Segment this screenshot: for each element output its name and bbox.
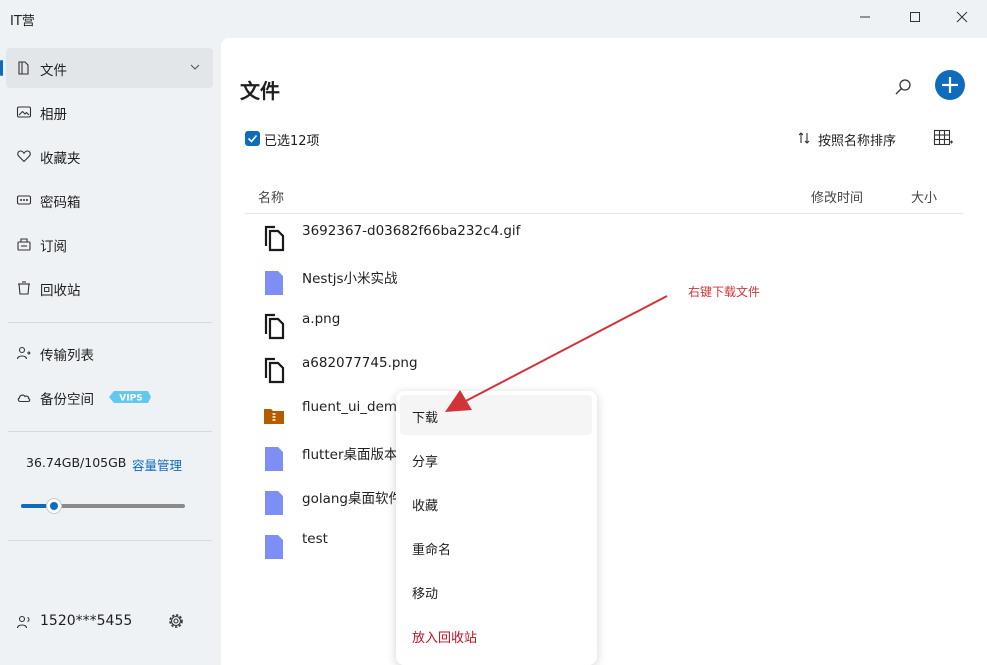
cloud-icon — [17, 394, 31, 403]
menu-item-label: 收藏 — [412, 499, 439, 514]
document-icon — [264, 357, 285, 384]
document-icon — [264, 225, 285, 252]
sidebar-item-label: 相册 — [40, 107, 67, 123]
sidebar-item-label: 密码箱 — [40, 195, 81, 211]
folder-icon — [265, 447, 283, 471]
subscribe-icon — [17, 238, 31, 251]
sidebar-item-album[interactable]: 相册 — [6, 92, 213, 132]
sidebar-item-password-box[interactable]: 密码箱 — [6, 180, 213, 220]
sidebar-item-label: 回收站 — [40, 283, 81, 299]
settings-icon[interactable] — [166, 611, 186, 631]
minimize-icon — [860, 16, 870, 18]
heart-icon — [17, 150, 31, 163]
active-indicator — [0, 60, 3, 76]
file-name: flutter桌面版本 — [302, 447, 398, 463]
sidebar-item-label: 订阅 — [40, 239, 67, 255]
menu-item-share[interactable]: 分享 — [400, 439, 592, 479]
storage-usage: 36.74GB/105GB — [26, 455, 127, 470]
chevron-down-icon[interactable] — [189, 61, 201, 73]
file-row[interactable]: a.png — [245, 302, 963, 346]
sidebar-item-files[interactable]: 文件 — [0, 48, 213, 88]
column-header-size[interactable]: 大小 — [911, 187, 937, 206]
file-name: a.png — [302, 311, 341, 327]
menu-item-move[interactable]: 移动 — [400, 571, 592, 611]
sidebar-item-recycle-bin[interactable]: 回收站 — [6, 268, 213, 308]
file-row[interactable]: 3692367-d03682f66ba232c4.gif — [245, 214, 963, 258]
sidebar-item-favorites[interactable]: 收藏夹 — [6, 136, 213, 176]
close-button[interactable] — [949, 6, 975, 30]
menu-item-download[interactable]: 下载 — [400, 395, 592, 435]
file-name: a682077745.png — [302, 355, 418, 371]
folder-icon — [265, 271, 283, 295]
user-icon — [16, 615, 30, 629]
plus-icon — [942, 77, 958, 93]
sidebar-divider — [8, 431, 212, 432]
folder-icon — [265, 491, 283, 515]
capacity-management-link[interactable]: 容量管理 — [132, 455, 182, 474]
sidebar-item-label: 传输列表 — [40, 348, 94, 364]
menu-item-favorite[interactable]: 收藏 — [400, 483, 592, 523]
file-name: fluent_ui_dem — [302, 399, 398, 415]
sort-icon[interactable] — [797, 130, 811, 146]
sort-by-name-button[interactable]: 按照名称排序 — [818, 130, 896, 149]
file-name: test — [302, 531, 328, 547]
user-account[interactable]: 1520***5455 — [40, 613, 132, 629]
sidebar-divider — [8, 540, 212, 541]
vip-badge: VIPS — [109, 391, 151, 404]
sidebar-item-subscriptions[interactable]: 订阅 — [6, 224, 213, 264]
file-row[interactable]: fluent_ui_dem — [245, 390, 963, 434]
menu-item-move-to-recycle-bin[interactable]: 放入回收站 — [400, 615, 592, 655]
check-icon — [247, 134, 258, 143]
sidebar-item-transfers[interactable]: 传输列表 — [6, 333, 213, 373]
annotation-text: 右键下载文件 — [688, 285, 761, 299]
grid-view-icon[interactable] — [933, 129, 953, 147]
sidebar-item-label: 收藏夹 — [40, 151, 81, 167]
select-all-checkbox[interactable] — [245, 131, 260, 146]
menu-item-label: 移动 — [412, 587, 439, 602]
menu-item-rename[interactable]: 重命名 — [400, 527, 592, 567]
context-menu: 下载 分享 收藏 重命名 移动 放入回收站 — [396, 391, 597, 665]
app-title: IT营 — [10, 14, 35, 29]
sidebar-item-label: 文件 — [40, 63, 67, 79]
file-row[interactable]: a682077745.png — [245, 346, 963, 390]
menu-item-label: 放入回收站 — [412, 631, 478, 646]
main-panel: 文件 已选12项 按照名称排序 名称 修改时间 大小 3692367-d0368… — [221, 38, 987, 665]
document-icon — [264, 313, 285, 340]
menu-item-label: 重命名 — [412, 543, 452, 558]
file-name: golang桌面软件 — [302, 491, 402, 507]
add-button[interactable] — [935, 70, 965, 100]
sidebar: 文件 相册 收藏夹 密码箱 订阅 回收站 传输列表 备份空间 VIPS 36.7… — [0, 38, 221, 665]
title-bar: IT营 — [0, 0, 987, 38]
file-row[interactable]: Nestjs小米实战 — [245, 258, 963, 302]
sidebar-divider — [8, 322, 212, 323]
zip-folder-icon — [264, 409, 284, 424]
menu-item-label: 下载 — [412, 411, 439, 426]
file-name: 3692367-d03682f66ba232c4.gif — [302, 223, 521, 239]
maximize-icon — [910, 12, 920, 22]
file-row[interactable]: test — [245, 522, 963, 566]
selected-count: 已选12项 — [264, 134, 320, 149]
storage-slider[interactable] — [21, 498, 185, 514]
vip-badge-label: VIPS — [119, 394, 142, 404]
storage-slider-thumb[interactable] — [45, 498, 62, 514]
maximize-button[interactable] — [902, 6, 928, 30]
file-row[interactable]: golang桌面软件 — [245, 478, 963, 522]
column-header-name[interactable]: 名称 — [258, 187, 284, 206]
menu-item-label: 分享 — [412, 455, 439, 470]
page-title: 文件 — [240, 79, 280, 103]
transfer-icon — [16, 346, 31, 360]
search-icon[interactable] — [889, 74, 917, 102]
file-icon — [18, 61, 29, 75]
minimize-button[interactable] — [852, 6, 878, 30]
album-icon — [16, 106, 32, 118]
close-icon — [956, 11, 968, 23]
folder-icon — [265, 535, 283, 559]
file-row[interactable]: flutter桌面版本 — [245, 434, 963, 478]
column-header-modified[interactable]: 修改时间 — [811, 187, 863, 206]
file-name: Nestjs小米实战 — [302, 271, 398, 287]
password-icon — [16, 195, 32, 205]
sidebar-item-label: 备份空间 — [40, 392, 94, 408]
recycle-bin-icon — [18, 281, 30, 295]
